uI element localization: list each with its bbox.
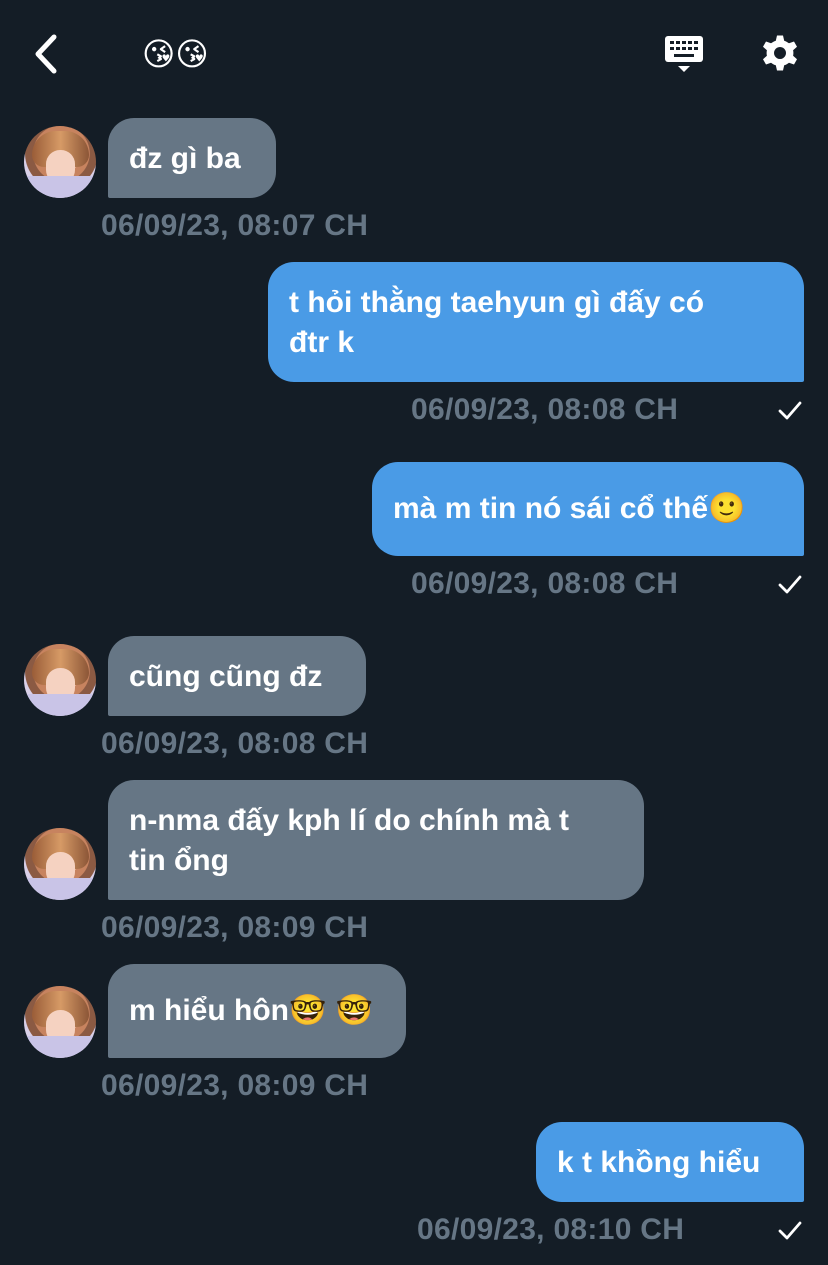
checkmark-icon	[778, 1221, 802, 1240]
avatar[interactable]	[24, 986, 96, 1058]
keyboard-button[interactable]	[660, 30, 708, 78]
settings-button[interactable]	[756, 29, 804, 77]
message-timestamp: 06/09/23, 08:08 CH	[101, 727, 369, 760]
message-bubble[interactable]: t hỏi thằng taehyun gì đấy có đtr k	[268, 262, 804, 382]
message-timestamp: 06/09/23, 08:09 CH	[101, 1069, 369, 1102]
message-bubble[interactable]: m hiểu hôn🤓 🤓	[108, 964, 406, 1058]
message-timestamp: 06/09/23, 08:08 CH	[411, 393, 679, 426]
message-text-line: tin ổng	[129, 844, 229, 877]
message-text-line: đtr k	[289, 326, 355, 359]
message-bubble[interactable]: mà m tin nó sái cổ thế🙂	[372, 462, 804, 556]
avatar[interactable]	[24, 126, 96, 198]
avatar[interactable]	[24, 644, 96, 716]
message-timestamp: 06/09/23, 08:07 CH	[101, 209, 369, 242]
message-text-line: n-nma đấy kph lí do chính mà t	[129, 804, 570, 837]
message-bubble[interactable]: đz gì ba	[108, 118, 276, 198]
gear-icon	[763, 35, 797, 71]
checkmark-icon	[778, 575, 802, 594]
back-button[interactable]	[26, 30, 66, 78]
message-bubble[interactable]: cũng cũng đz	[108, 636, 366, 716]
checkmark-icon	[778, 401, 802, 420]
message-timestamp: 06/09/23, 08:09 CH	[101, 911, 369, 944]
message-text: m hiểu hôn	[129, 994, 289, 1027]
message-bubble[interactable]: k t khồng hiểu	[536, 1122, 804, 1202]
message-timestamp: 06/09/23, 08:10 CH	[417, 1213, 685, 1246]
message-text-line: t hỏi thằng taehyun gì đấy có	[289, 286, 705, 319]
message-timestamp: 06/09/23, 08:08 CH	[411, 567, 679, 600]
chat-header: 😘😘	[0, 0, 828, 110]
keyboard-icon	[665, 36, 703, 72]
nerd-face-icon: 🤓 🤓	[289, 993, 374, 1028]
message-text: mà m tin nó sái cổ thế	[393, 492, 709, 525]
avatar[interactable]	[24, 828, 96, 900]
slightly-smiling-face-icon: 🙂	[708, 491, 746, 526]
chat-title: 😘😘	[142, 35, 209, 73]
chevron-left-icon	[35, 34, 57, 74]
message-bubble[interactable]: n-nma đấy kph lí do chính mà t tin ổng	[108, 780, 644, 900]
